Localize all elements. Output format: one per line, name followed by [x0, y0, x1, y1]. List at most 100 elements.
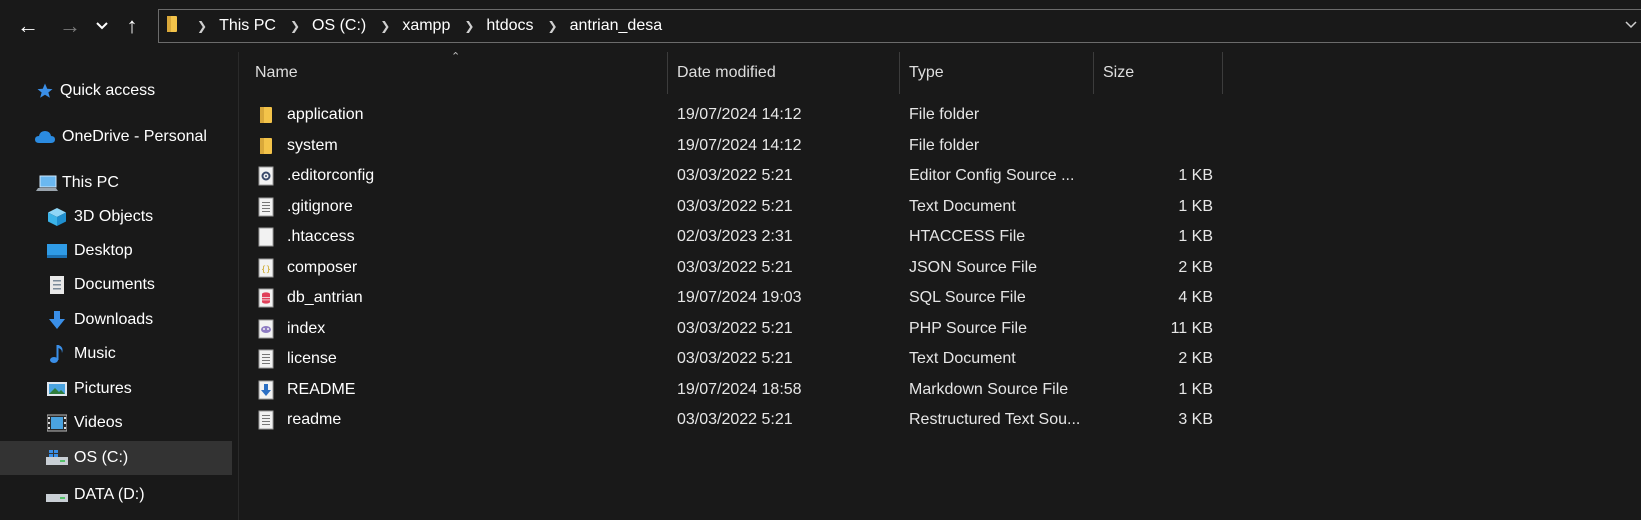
breadcrumb-antrian-desa[interactable]: antrian_desa	[570, 17, 663, 35]
file-row[interactable]: application 19/07/2024 14:12 File folder	[239, 100, 1641, 130]
file-type: HTACCESS File	[909, 228, 1026, 245]
file-row[interactable]: readme 03/03/2022 5:21 Restructured Text…	[239, 405, 1641, 435]
file-date: 19/07/2024 14:12	[677, 106, 802, 123]
sidebar-item-quick-access[interactable]: Quick access	[0, 74, 232, 108]
address-bar[interactable]: ❯ This PC ❯ OS (C:) ❯ xampp ❯ htdocs ❯ a…	[158, 9, 1641, 43]
file-type: Text Document	[909, 198, 1016, 215]
sidebar-item-downloads[interactable]: Downloads	[0, 303, 232, 337]
file-date: 03/03/2022 5:21	[677, 198, 793, 215]
column-header-label: Type	[909, 64, 944, 81]
sidebar-item-pictures[interactable]: Pictures	[0, 372, 232, 406]
breadcrumb-xampp[interactable]: xampp	[402, 17, 450, 35]
column-header-size[interactable]: Size	[1094, 52, 1223, 94]
file-row[interactable]: .htaccess 02/03/2023 2:31 HTACCESS File …	[239, 222, 1641, 252]
file-name: system	[287, 137, 338, 154]
breadcrumb-separator-icon[interactable]: ❯	[380, 19, 390, 33]
file-name: .editorconfig	[287, 167, 375, 184]
file-row[interactable]: {} composer 03/03/2022 5:21 JSON Source …	[239, 253, 1641, 283]
file-row[interactable]: db_antrian 19/07/2024 19:03 SQL Source F…	[239, 283, 1641, 313]
address-dropdown-button[interactable]	[1625, 17, 1637, 33]
up-button[interactable]: ↑	[116, 10, 148, 42]
file-row[interactable]: .editorconfig 03/03/2022 5:21 Editor Con…	[239, 161, 1641, 191]
file-name: readme	[287, 411, 342, 428]
drive-icon	[46, 485, 68, 505]
breadcrumb-separator-icon[interactable]: ❯	[464, 19, 474, 33]
download-icon	[46, 310, 68, 330]
file-name: README	[287, 381, 356, 398]
column-header-label: Date modified	[677, 64, 776, 81]
sql-file-icon	[257, 287, 275, 309]
file-name: index	[287, 320, 326, 337]
file-date: 03/03/2022 5:21	[677, 411, 793, 428]
sidebar-item-onedrive[interactable]: OneDrive - Personal	[0, 120, 232, 154]
file-type: Editor Config Source ...	[909, 167, 1075, 184]
sidebar-item-desktop[interactable]: Desktop	[0, 234, 232, 268]
json-file-icon: {}	[257, 257, 275, 279]
file-name: application	[287, 106, 364, 123]
column-header-name[interactable]: Name ⌃	[239, 51, 668, 94]
file-row[interactable]: README 19/07/2024 18:58 Markdown Source …	[239, 375, 1641, 405]
sidebar-item-label: Music	[74, 345, 116, 362]
file-name: composer	[287, 259, 358, 276]
file-date: 03/03/2022 5:21	[677, 259, 793, 276]
sidebar-item-os-c[interactable]: OS (C:)	[0, 441, 232, 475]
sidebar-item-label: Quick access	[60, 82, 156, 99]
sidebar-item-music[interactable]: Music	[0, 337, 232, 371]
sidebar-item-documents[interactable]: Documents	[0, 268, 232, 302]
sidebar-item-label: Desktop	[74, 242, 133, 259]
forward-arrow-icon: →	[59, 13, 81, 38]
breadcrumb-htdocs[interactable]: htdocs	[486, 17, 533, 35]
column-header-date[interactable]: Date modified	[668, 52, 900, 94]
file-date: 03/03/2022 5:21	[677, 167, 793, 184]
file-row[interactable]: license 03/03/2022 5:21 Text Document 2 …	[239, 344, 1641, 374]
breadcrumb-separator-icon[interactable]: ❯	[548, 19, 558, 33]
sidebar-item-3d-objects[interactable]: 3D Objects	[0, 200, 232, 234]
sidebar-item-videos[interactable]: Videos	[0, 406, 232, 440]
file-row[interactable]: index 03/03/2022 5:21 PHP Source File 11…	[239, 314, 1641, 344]
videos-icon	[46, 413, 68, 433]
breadcrumb-separator-icon[interactable]: ❯	[290, 19, 300, 33]
sidebar-item-label: DATA (D:)	[74, 486, 145, 503]
file-name: license	[287, 350, 337, 367]
markdown-file-icon	[257, 379, 275, 401]
file-type: File folder	[909, 106, 980, 123]
breadcrumb-this-pc[interactable]: This PC	[219, 17, 276, 35]
back-button[interactable]: ←	[12, 10, 44, 42]
sidebar-item-data-d[interactable]: DATA (D:)	[0, 478, 232, 512]
file-size: 1 KB	[1178, 228, 1213, 245]
file-size: 2 KB	[1178, 259, 1213, 276]
folder-icon	[257, 104, 275, 126]
file-size: 1 KB	[1178, 198, 1213, 215]
file-row[interactable]: .gitignore 03/03/2022 5:21 Text Document…	[239, 192, 1641, 222]
file-size: 2 KB	[1178, 350, 1213, 367]
column-header-type[interactable]: Type	[900, 52, 1094, 94]
music-icon	[46, 344, 68, 364]
text-file-icon	[257, 196, 275, 218]
documents-icon	[46, 275, 68, 295]
cube-icon	[46, 207, 68, 227]
file-name: db_antrian	[287, 289, 363, 306]
column-header-label: Size	[1103, 64, 1135, 81]
file-date: 02/03/2023 2:31	[677, 228, 793, 245]
sidebar-item-this-pc[interactable]: This PC	[0, 166, 232, 200]
breadcrumb-os-c[interactable]: OS (C:)	[312, 17, 366, 35]
text-file-icon	[257, 409, 275, 431]
text-file-icon	[257, 348, 275, 370]
back-arrow-icon: ←	[17, 13, 39, 38]
sidebar-item-label: Downloads	[74, 311, 154, 328]
file-date: 19/07/2024 19:03	[677, 289, 802, 306]
file-size: 3 KB	[1178, 411, 1213, 428]
recent-locations-button[interactable]	[90, 10, 114, 42]
column-header-row: Name ⌃ Date modified Type Size	[239, 51, 1641, 94]
file-type: JSON Source File	[909, 259, 1038, 276]
file-type: Text Document	[909, 350, 1016, 367]
chevron-down-icon	[96, 22, 108, 30]
file-size: 1 KB	[1178, 381, 1213, 398]
up-arrow-icon: ↑	[126, 13, 138, 38]
file-row[interactable]: system 19/07/2024 14:12 File folder	[239, 131, 1641, 161]
column-header-label: Name	[255, 64, 298, 81]
star-icon	[36, 81, 54, 101]
file-date: 03/03/2022 5:21	[677, 350, 793, 367]
navigation-pane: Quick access OneDrive - Personal This PC…	[0, 52, 238, 520]
forward-button[interactable]: →	[54, 10, 86, 42]
